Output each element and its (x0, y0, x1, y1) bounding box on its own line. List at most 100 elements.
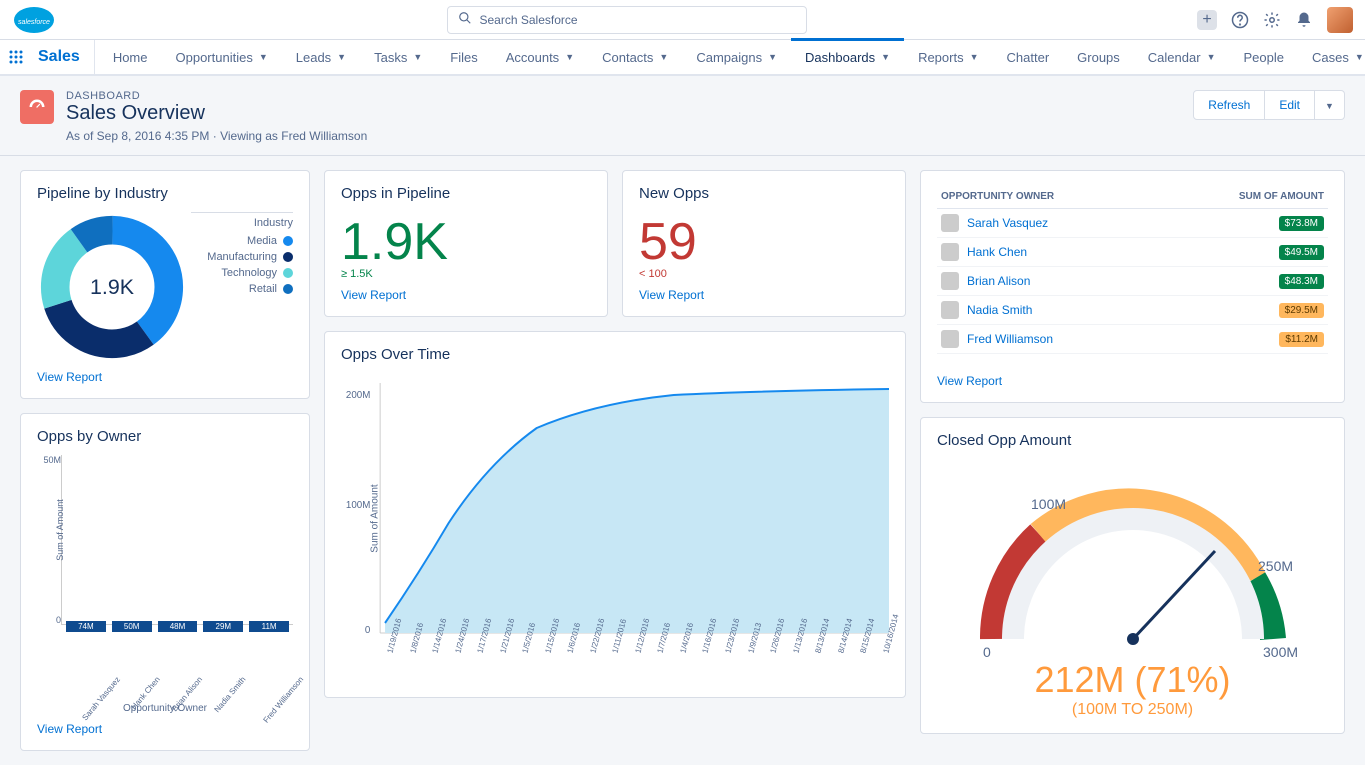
edit-button[interactable]: Edit (1265, 90, 1315, 120)
owner-link[interactable]: Nadia Smith (967, 303, 1032, 317)
table-col-owner: OPPORTUNITY OWNER (937, 185, 1158, 209)
nav-item-accounts[interactable]: Accounts▼ (492, 40, 588, 74)
setup-gear-icon[interactable] (1263, 11, 1281, 29)
legend-item: Retail (191, 283, 293, 295)
bar-value-label: 29M (203, 621, 243, 632)
amount-badge: $11.2M (1279, 332, 1324, 347)
notifications-bell-icon[interactable] (1295, 11, 1313, 29)
owner-link[interactable]: Hank Chen (967, 245, 1027, 259)
pipeline-donut-chart: 1.9K (37, 212, 187, 362)
metric-value: 59 (639, 212, 889, 272)
chevron-down-icon: ▼ (1355, 52, 1364, 62)
page-label: DASHBOARD (66, 90, 367, 102)
nav-label: Cases (1312, 50, 1349, 65)
x-axis-label: Hank Chen (129, 675, 178, 725)
nav-label: Home (113, 50, 148, 65)
opportunity-owner-table-card: OPPORTUNITY OWNER SUM OF AMOUNT Sarah Va… (920, 170, 1345, 403)
nav-item-contacts[interactable]: Contacts▼ (588, 40, 682, 74)
nav-item-campaigns[interactable]: Campaigns▼ (682, 40, 791, 74)
nav-item-people[interactable]: People (1229, 40, 1297, 74)
more-actions-button[interactable]: ▼ (1315, 90, 1345, 120)
bar-value-label: 74M (66, 621, 106, 632)
y-tick: 200M (346, 390, 370, 401)
global-add-button[interactable]: + (1197, 10, 1217, 30)
nav-label: Tasks (374, 50, 407, 65)
legend-label: Retail (249, 283, 277, 295)
chevron-down-icon: ▼ (413, 52, 422, 62)
bar-value-label: 50M (112, 621, 152, 632)
table-row: Sarah Vasquez$73.8M (937, 209, 1328, 238)
nav-item-opportunities[interactable]: Opportunities▼ (162, 40, 282, 74)
help-icon[interactable] (1231, 11, 1249, 29)
amount-badge: $29.5M (1279, 303, 1324, 318)
y-axis-label: Sum of Amount (370, 484, 381, 552)
y-axis-label: Sum of Amount (55, 499, 65, 561)
owner-link[interactable]: Brian Alison (967, 274, 1030, 288)
page-header: DASHBOARD Sales Overview As of Sep 8, 20… (0, 76, 1365, 156)
avatar (941, 214, 959, 232)
app-nav: Sales HomeOpportunities▼Leads▼Tasks▼File… (0, 40, 1365, 76)
legend-item: Technology (191, 267, 293, 279)
salesforce-logo[interactable]: salesforce (12, 5, 56, 35)
gauge-tick-100: 100M (1031, 496, 1066, 512)
nav-label: Files (450, 50, 477, 65)
nav-label: Chatter (1007, 50, 1050, 65)
global-search[interactable]: Search Salesforce (447, 6, 807, 34)
table-col-amount: SUM OF AMOUNT (1158, 185, 1328, 209)
app-launcher-icon[interactable] (8, 40, 24, 74)
bar-value-label: 11M (249, 621, 289, 632)
donut-legend: Industry MediaManufacturingTechnologyRet… (191, 212, 293, 299)
nav-item-reports[interactable]: Reports▼ (904, 40, 992, 74)
nav-label: Dashboards (805, 50, 875, 65)
view-report-link[interactable]: View Report (341, 288, 406, 302)
view-report-link[interactable]: View Report (37, 370, 102, 384)
nav-item-leads[interactable]: Leads▼ (282, 40, 360, 74)
nav-label: Campaigns (696, 50, 762, 65)
gauge-value: 212M (71%) (1034, 659, 1230, 701)
legend-title: Industry (191, 213, 293, 229)
owner-bar-chart: 74M50M48M29M11M (61, 455, 293, 625)
y-tick: 100M (346, 500, 370, 511)
chevron-down-icon: ▼ (659, 52, 668, 62)
chevron-down-icon: ▼ (1207, 52, 1216, 62)
card-title: Opps Over Time (341, 346, 889, 363)
nav-item-tasks[interactable]: Tasks ▼ (360, 40, 436, 74)
table-row: Brian Alison $48.3M (937, 267, 1328, 296)
owner-link[interactable]: Fred Williamson (967, 332, 1053, 346)
nav-item-calendar[interactable]: Calendar▼ (1134, 40, 1230, 74)
nav-label: Opportunities (176, 50, 253, 65)
bar-value-label: 48M (158, 621, 198, 632)
gauge-chart: 0 100M 250M 300M (953, 459, 1313, 659)
y-tick: 0 (365, 625, 371, 636)
avatar (941, 301, 959, 319)
user-avatar[interactable] (1327, 7, 1353, 33)
new-opps-card: New Opps 59 < 100 View Report (622, 170, 906, 317)
nav-item-home[interactable]: Home (99, 40, 162, 74)
nav-item-files[interactable]: Files (436, 40, 491, 74)
metric-value: 1.9K (341, 212, 591, 272)
x-axis-label: Brian Alison (170, 675, 220, 727)
chevron-down-icon: ▼ (970, 52, 979, 62)
refresh-button[interactable]: Refresh (1193, 90, 1265, 120)
gauge-tick-0: 0 (983, 644, 991, 659)
avatar (941, 243, 959, 261)
legend-swatch (283, 268, 293, 278)
nav-item-cases[interactable]: Cases ▼ (1298, 40, 1365, 74)
avatar (941, 330, 959, 348)
page-title: Sales Overview (66, 102, 367, 125)
nav-item-chatter[interactable]: Chatter (993, 40, 1064, 74)
global-header: salesforce Search Salesforce + (0, 0, 1365, 40)
nav-item-groups[interactable]: Groups (1063, 40, 1134, 74)
app-name[interactable]: Sales (24, 40, 95, 74)
nav-item-dashboards[interactable]: Dashboards▼ (791, 40, 904, 74)
owner-link[interactable]: Sarah Vasquez (967, 216, 1048, 230)
amount-badge: $48.3M (1279, 274, 1324, 289)
legend-swatch (283, 236, 293, 246)
legend-item: Manufacturing (191, 251, 293, 263)
view-report-link[interactable]: View Report (639, 288, 704, 302)
nav-label: People (1243, 50, 1283, 65)
view-report-link[interactable]: View Report (937, 374, 1002, 388)
opps-by-owner-card: Opps by Owner Sum of Amount 50M 0 74M50M… (20, 413, 310, 751)
table-row: Nadia Smith $29.5M (937, 296, 1328, 325)
search-placeholder: Search Salesforce (480, 13, 578, 27)
